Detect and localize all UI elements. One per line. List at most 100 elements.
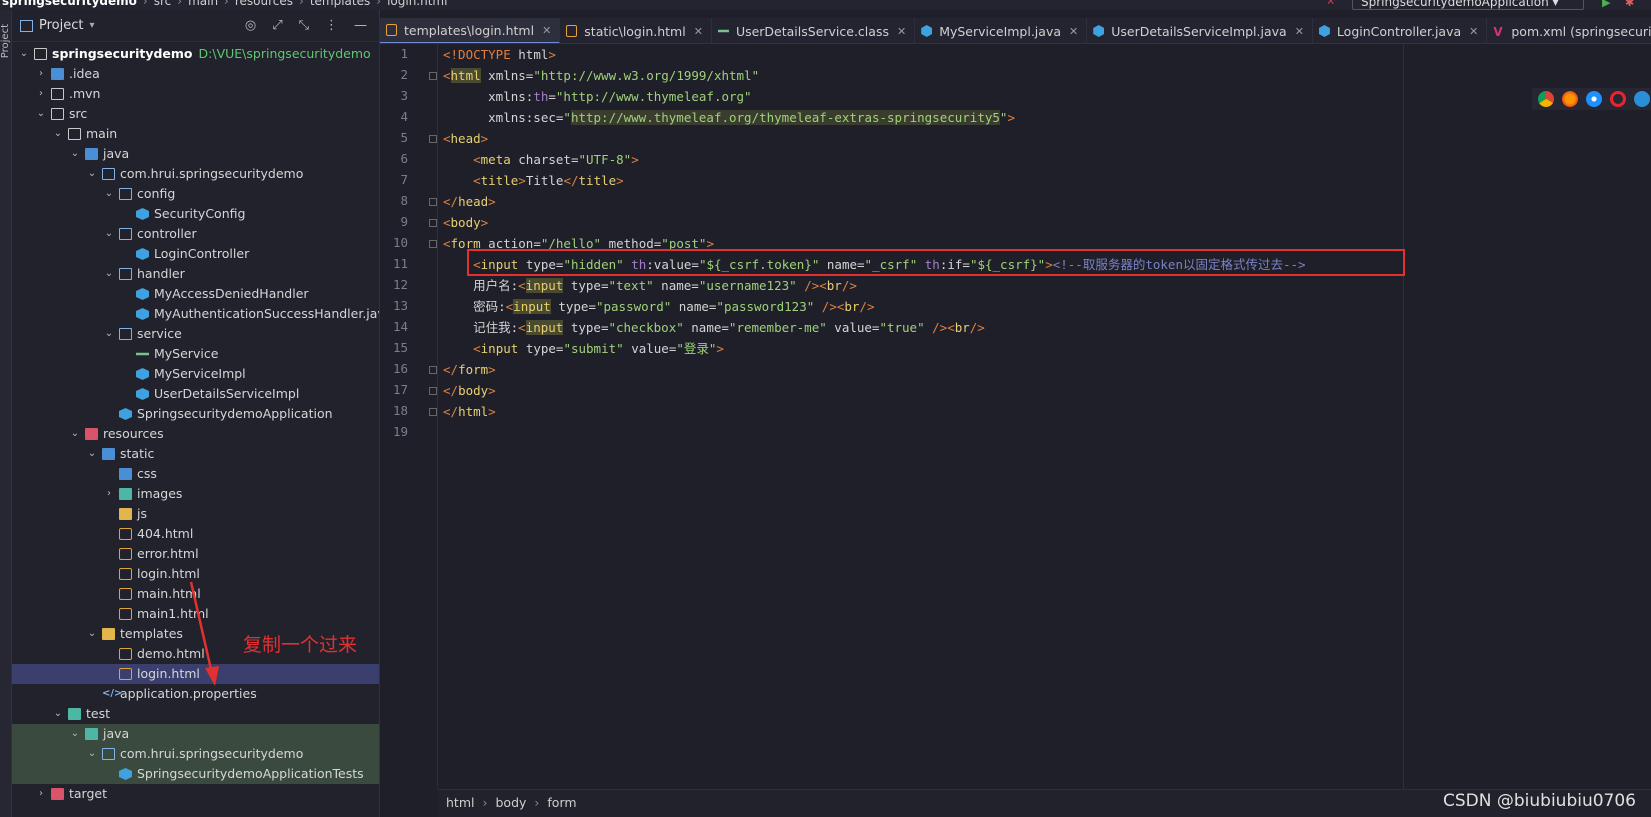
fold-marker-icon[interactable] — [429, 135, 437, 143]
run-config-select[interactable]: SpringsecuritydemoApplication ▾ — [1352, 0, 1584, 10]
editor-tab[interactable]: MyServiceImpl.java ✕ — [915, 18, 1088, 43]
line-number[interactable]: 7 — [380, 172, 408, 187]
crumb-src[interactable]: src — [154, 0, 172, 8]
chevron-down-icon[interactable]: ⌄ — [86, 744, 98, 764]
locate-target-icon[interactable]: ◎ — [245, 18, 256, 33]
line-number[interactable]: 19 — [380, 424, 408, 439]
tree-item[interactable]: SpringsecuritydemoApplicationTests — [12, 764, 379, 784]
editor-tabs[interactable]: templates\login.html ✕ static\login.html ✕ U… — [380, 18, 1651, 44]
close-icon[interactable]: ✕ — [542, 24, 551, 37]
tree-item[interactable]: ⌄ java — [12, 724, 379, 744]
line-number[interactable]: 9 — [380, 214, 408, 229]
safari-icon[interactable] — [1586, 91, 1602, 107]
tree-item[interactable]: UserDetailsServiceImpl — [12, 384, 379, 404]
editor-tab[interactable]: UserDetailsService.class ✕ — [712, 18, 916, 43]
tree-item[interactable]: ⌄ static — [12, 444, 379, 464]
chevron-down-icon[interactable]: ⌄ — [103, 184, 115, 204]
tree-item[interactable]: LoginController — [12, 244, 379, 264]
project-tool-window-button[interactable]: Project — [0, 24, 12, 58]
line-number[interactable]: 1 — [380, 46, 408, 61]
tree-item[interactable]: 404.html — [12, 524, 379, 544]
close-icon[interactable]: ✕ — [694, 25, 703, 38]
tree-item[interactable]: MyService — [12, 344, 379, 364]
line-number[interactable]: 16 — [380, 361, 408, 376]
tree-item[interactable]: ⌄ service — [12, 324, 379, 344]
chevron-down-icon[interactable]: ⌄ — [18, 44, 30, 64]
tree-item[interactable]: ⌄ resources — [12, 424, 379, 444]
tree-item[interactable]: SpringsecuritydemoApplication — [12, 404, 379, 424]
fold-marker-icon[interactable] — [429, 240, 437, 248]
nav-breadcrumb[interactable]: springsecuritydemo › src › main › resources › te… — [2, 0, 447, 8]
editor-tab[interactable]: UserDetailsServiceImpl.java ✕ — [1087, 18, 1313, 43]
fold-marker-icon[interactable] — [429, 408, 437, 416]
tree-item[interactable]: ⌄ com.hrui.springsecuritydemo — [12, 744, 379, 764]
chevron-right-icon[interactable]: › — [35, 84, 47, 104]
debug-icon[interactable]: ✱ — [1625, 0, 1634, 9]
line-number[interactable]: 15 — [380, 340, 408, 355]
line-number[interactable]: 5 — [380, 130, 408, 145]
tree-item[interactable]: SecurityConfig — [12, 204, 379, 224]
fold-marker-icon[interactable] — [429, 72, 437, 80]
line-number[interactable]: 17 — [380, 382, 408, 397]
tree-item[interactable]: ⌄ java — [12, 144, 379, 164]
tree-item[interactable]: ⌄ controller — [12, 224, 379, 244]
tree-item[interactable]: ⌄ com.hrui.springsecuritydemo — [12, 164, 379, 184]
chevron-down-icon[interactable]: ⌄ — [52, 124, 64, 144]
edge-icon[interactable] — [1634, 91, 1650, 107]
line-number[interactable]: 3 — [380, 88, 408, 103]
collapse-all-icon[interactable]: ⤡ — [299, 18, 309, 33]
line-number[interactable]: 13 — [380, 298, 408, 313]
close-icon[interactable]: ✕ — [1469, 25, 1478, 38]
chevron-down-icon[interactable]: ⌄ — [35, 104, 47, 124]
line-number[interactable]: 18 — [380, 403, 408, 418]
line-number[interactable]: 11 — [380, 256, 408, 271]
fold-marker-icon[interactable] — [429, 198, 437, 206]
line-number[interactable]: 14 — [380, 319, 408, 334]
chevron-right-icon[interactable]: › — [35, 64, 47, 84]
line-number[interactable]: 6 — [380, 151, 408, 166]
chevron-right-icon[interactable]: › — [35, 784, 47, 804]
chevron-down-icon[interactable]: ⌄ — [103, 324, 115, 344]
editor-tab[interactable]: Vpom.xml (springsecuritydemo)✕ — [1487, 18, 1651, 43]
firefox-icon[interactable] — [1562, 91, 1578, 107]
close-icon[interactable]: ✕ — [1069, 25, 1078, 38]
line-number[interactable]: 2 — [380, 67, 408, 82]
project-tree[interactable]: ⌄ springsecuritydemo D:\VUE\springsecurity… — [12, 44, 379, 804]
fold-marker-icon[interactable] — [429, 219, 437, 227]
line-number[interactable]: 12 — [380, 277, 408, 292]
editor-gutter[interactable]: 1 2 3 4 5 6 7 8 9 10 11 12 13 14 15 16 17 18 19 — [380, 44, 438, 789]
chrome-icon[interactable] — [1538, 91, 1554, 107]
line-number[interactable]: 10 — [380, 235, 408, 250]
fold-marker-icon[interactable] — [429, 387, 437, 395]
tree-item[interactable]: MyAuthenticationSuccessHandler.jav — [12, 304, 379, 324]
tree-item[interactable]: ⌄ config — [12, 184, 379, 204]
tree-item[interactable]: ⌄ springsecuritydemo D:\VUE\springsecurity… — [12, 44, 379, 64]
chevron-down-icon[interactable]: ⌄ — [103, 224, 115, 244]
tree-item[interactable]: ⌄ src — [12, 104, 379, 124]
editor-tab[interactable]: LoginController.java ✕ — [1313, 18, 1488, 43]
chevron-down-icon[interactable]: ▾ — [89, 20, 94, 31]
code-editor[interactable]: <!DOCTYPE html> <html xmlns="http://www.… — [439, 44, 1651, 789]
opera-icon[interactable] — [1610, 91, 1626, 107]
chevron-down-icon[interactable]: ⌄ — [86, 444, 98, 464]
chevron-down-icon[interactable]: ⌄ — [69, 144, 81, 164]
tree-item[interactable]: › target — [12, 784, 379, 804]
tree-item[interactable]: js — [12, 504, 379, 524]
line-number[interactable]: 8 — [380, 193, 408, 208]
tree-item[interactable]: MyAccessDeniedHandler — [12, 284, 379, 304]
chevron-right-icon[interactable]: › — [103, 484, 115, 504]
tree-item[interactable]: ⌄ handler — [12, 264, 379, 284]
line-number[interactable]: 4 — [380, 109, 408, 124]
chevron-down-icon[interactable]: ⌄ — [52, 704, 64, 724]
crumb-html[interactable]: html — [446, 795, 474, 810]
tree-item[interactable]: › .idea — [12, 64, 379, 84]
run-icon[interactable]: ▶ — [1602, 0, 1610, 9]
chevron-down-icon[interactable]: ⌄ — [103, 264, 115, 284]
tree-item[interactable]: › images — [12, 484, 379, 504]
chevron-down-icon[interactable]: ⌄ — [69, 724, 81, 744]
chevron-down-icon[interactable]: ⌄ — [69, 424, 81, 444]
editor-tab[interactable]: static\login.html ✕ — [560, 18, 712, 43]
fold-marker-icon[interactable] — [429, 366, 437, 374]
crumb-project[interactable]: springsecuritydemo — [2, 0, 137, 8]
chevron-down-icon[interactable]: ⌄ — [86, 164, 98, 184]
